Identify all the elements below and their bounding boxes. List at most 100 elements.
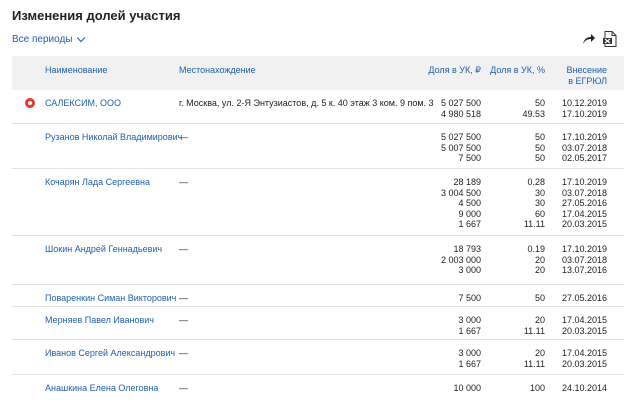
share-amount-value: 2 003 000 (440, 254, 481, 265)
share-percent-cell: 50 50 50 (486, 132, 545, 164)
share-percent-value: 20 (534, 315, 545, 325)
share-percent-cell: 100 (486, 383, 545, 394)
share-amount-value: 9 000 (458, 208, 481, 219)
registry-date-cell: 10.12.2019 17.10.2019 (552, 98, 607, 119)
participant-name-link[interactable]: Кочарян Лада Сергеевна (45, 177, 150, 187)
share-percent-value: 50 (534, 142, 545, 153)
share-amount-value: 3 000 (458, 348, 481, 358)
share-amount-cell: 28 189 3 004 500 4 500 9 000 1 667 (409, 177, 481, 230)
table-row: Рузанов Николай Владимирович — 5 027 500 5 … (12, 124, 624, 169)
table-row: Анашкина Елена Олеговна — 10 000 100 24.10.2… (12, 375, 624, 399)
registry-date-value: 02.05.2017 (561, 153, 607, 163)
registry-date-cell: 17.04.2015 20.03.2015 (552, 348, 607, 369)
registry-date-value: 03.07.2018 (561, 187, 607, 198)
share-percent-cell: 20 11.11 (486, 315, 545, 336)
table-row: Мерняев Павел Иванович —3 000 1 667 20 11.11… (12, 307, 624, 340)
share-amount-value: 5 007 500 (440, 142, 481, 153)
registry-date-value: 20.03.2015 (561, 325, 607, 336)
table-row: Иванов Сергей Александрович —3 000 1 667 20… (12, 340, 624, 375)
column-header-name[interactable]: Наименование (45, 65, 107, 75)
column-header-location[interactable]: Местонахождение (179, 65, 256, 75)
registry-date-value: 20.03.2015 (561, 219, 607, 229)
registry-date-value: 17.10.2019 (561, 132, 607, 142)
share-amount-value: 3 000 (458, 315, 481, 325)
share-percent-value: 30 (534, 198, 545, 208)
share-amount-value: 18 793 (453, 244, 481, 254)
registry-date-value: 20.03.2015 (561, 358, 607, 369)
participant-name-link[interactable]: Поваренкин Симан Викторович (45, 293, 176, 303)
share-percent-value: 49.53 (522, 108, 545, 119)
registry-date-value: 17.04.2015 (561, 315, 607, 325)
excel-export-icon[interactable] (603, 31, 617, 47)
share-amount-cell: 3 000 1 667 (409, 315, 481, 336)
participant-name-link[interactable]: Рузанов Николай Владимирович (45, 132, 182, 142)
share-amount-value: 7 500 (458, 293, 481, 303)
share-amount-value: 4 980 518 (440, 108, 481, 119)
share-amount-cell: 10 000 (409, 383, 481, 394)
registry-date-value: 13.07.2016 (561, 265, 607, 275)
participant-name-link[interactable]: САЛЕКСИМ, ООО (45, 98, 121, 108)
registry-date-cell: 24.10.2014 (552, 383, 607, 394)
share-amount-cell: 7 500 (409, 293, 481, 304)
share-percent-value: 11.11 (523, 219, 545, 229)
registry-date-value: 17.10.2019 (561, 177, 607, 187)
registry-date-value: 17.04.2015 (561, 208, 607, 219)
registry-date-cell: 17.04.2015 20.03.2015 (552, 315, 607, 336)
registry-date-value: 17.10.2019 (561, 244, 607, 254)
participant-location: — (179, 177, 188, 187)
column-header-date[interactable]: Внесение в ЕГРЮЛ (552, 65, 608, 87)
share-amount-value: 4 500 (458, 198, 481, 208)
registry-date-cell: 27.05.2016 (552, 293, 607, 304)
participant-location: — (179, 293, 188, 303)
column-header-share-percent[interactable]: Доля в УК, % (486, 65, 545, 75)
column-header-share-rub[interactable]: Доля в УК, ₽ (409, 65, 481, 76)
share-percent-value: 60 (534, 208, 545, 219)
share-amount-value: 5 027 500 (440, 98, 481, 108)
share-arrow-icon[interactable] (582, 33, 596, 45)
participant-location: — (179, 383, 188, 393)
share-percent-value: 11.11 (523, 358, 545, 369)
column-header-date-line1: Внесение (566, 65, 608, 75)
share-amount-cell: 5 027 500 5 007 500 7 500 (409, 132, 481, 164)
registry-date-value: 27.05.2016 (561, 293, 607, 303)
table-row: Поваренкин Симан Викторович — 7 500 50 27.05… (12, 285, 624, 307)
participant-location: — (179, 348, 188, 358)
participant-name-link[interactable]: Иванов Сергей Александрович (45, 348, 175, 358)
share-percent-value: 100 (529, 383, 545, 393)
participant-name-link[interactable]: Мерняев Павел Иванович (45, 315, 154, 325)
share-percent-value: 20 (534, 348, 545, 358)
participant-name-link[interactable]: Шокин Андрей Геннадьевич (45, 244, 162, 254)
registry-date-cell: 17.10.2019 03.07.2018 13.07.2016 (552, 244, 607, 276)
period-filter-label: Все периоды (12, 34, 73, 45)
period-filter-dropdown[interactable]: Все периоды (12, 33, 85, 45)
chevron-down-icon (76, 33, 85, 43)
share-amount-cell: 5 027 500 4 980 518 (409, 98, 481, 119)
share-percent-value: 50 (534, 153, 545, 163)
share-amount-value: 3 000 (458, 265, 481, 275)
share-amount-cell: 18 793 2 003 000 3 000 (409, 244, 481, 276)
table-row: САЛЕКСИМ, ООО г. Москва, ул. 2-Я Энтузиас… (12, 90, 624, 124)
share-amount-value: 5 027 500 (440, 132, 481, 142)
participant-location: — (179, 244, 188, 254)
registry-date-value: 27.05.2016 (561, 198, 607, 208)
participant-location: — (179, 132, 188, 142)
share-amount-value: 10 000 (453, 383, 481, 393)
share-percent-value: 20 (534, 265, 545, 275)
share-amount-value: 28 189 (453, 177, 481, 187)
share-percent-value: 0.19 (527, 244, 545, 254)
share-percent-cell: 50 (486, 293, 545, 304)
participant-name-link[interactable]: Анашкина Елена Олеговна (45, 383, 158, 393)
status-marker-icon (25, 98, 35, 108)
registry-date-value: 17.10.2019 (561, 108, 607, 119)
registry-date-value: 24.10.2014 (561, 383, 607, 393)
share-percent-value: 0.28 (527, 177, 545, 187)
share-percent-value: 50 (534, 132, 545, 142)
share-amount-value: 1 667 (458, 325, 481, 336)
share-percent-value: 30 (534, 187, 545, 198)
column-header-date-line2: в ЕГРЮЛ (568, 76, 607, 86)
participant-location: — (179, 315, 188, 325)
table-row: Кочарян Лада Сергеевна — 28 189 3 004 500 4 … (12, 169, 624, 236)
page-title: Изменения долей участия (12, 8, 181, 23)
registry-date-cell: 17.10.2019 03.07.2018 02.05.2017 (552, 132, 607, 164)
registry-date-cell: 17.10.2019 03.07.2018 27.05.2016 17.04.2015… (552, 177, 607, 230)
